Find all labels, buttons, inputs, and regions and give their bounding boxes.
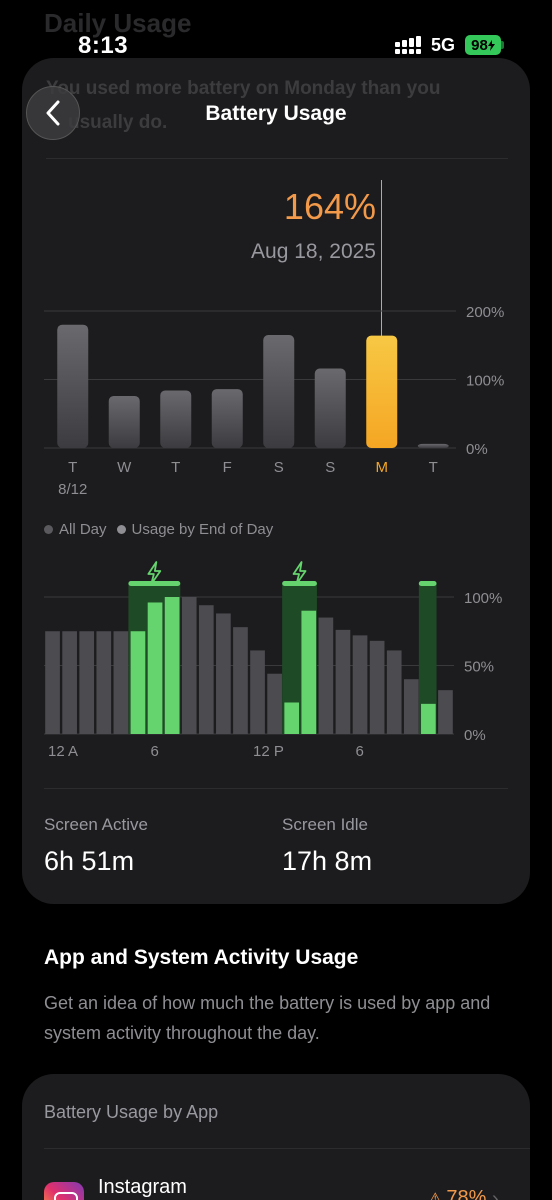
selected-day-date: Aug 18, 2025 <box>251 240 376 263</box>
x-tick-label: S <box>274 459 284 476</box>
x-tick-label: 12 P <box>253 743 284 760</box>
screen-active-label: Screen Active <box>44 815 148 834</box>
bar <box>62 631 77 734</box>
y-tick-label: 200% <box>466 304 504 321</box>
y-tick-label: 0% <box>466 441 488 458</box>
bar <box>250 650 265 734</box>
activity-section-description: Get an idea of how much the battery is u… <box>44 993 491 1043</box>
bar-charging <box>147 602 163 734</box>
bar <box>108 395 140 448</box>
y-tick-label: 0% <box>464 727 486 744</box>
x-tick-label: M <box>376 459 389 476</box>
chart-legend: All Day Usage by End of Day <box>44 521 273 538</box>
x-tick-label: F <box>223 459 232 476</box>
bar <box>96 631 112 734</box>
charging-indicator <box>128 581 181 586</box>
battery-nub <box>501 41 504 49</box>
bar <box>438 690 453 734</box>
bar <box>352 635 368 734</box>
cellular-signal-icon <box>395 36 421 54</box>
x-tick-label: T <box>171 459 180 476</box>
charging-bolt-icon <box>292 561 307 585</box>
legend-all-day-label: All Day <box>59 521 107 538</box>
bar <box>335 629 351 734</box>
x-tick-label: T <box>429 459 438 476</box>
charging-bolt-icon <box>147 561 162 585</box>
bar <box>417 443 449 448</box>
app-percent-value: 78% <box>446 1187 487 1200</box>
divider <box>44 788 508 789</box>
warning-icon: ⚠ <box>428 1191 443 1200</box>
bar-charging <box>284 702 300 734</box>
legend-dot <box>44 525 53 534</box>
instagram-icon <box>44 1182 84 1200</box>
legend-end-of-day[interactable]: Usage by End of Day <box>116 521 274 538</box>
bar <box>181 597 197 734</box>
x-tick-label: S <box>325 459 335 476</box>
divider <box>44 1148 530 1149</box>
y-tick-label: 100% <box>466 373 504 390</box>
charging-indicator <box>418 581 437 586</box>
daily-usage-chart[interactable]: 200% 100% 0% T W T F S S M T 8/12 <box>0 290 552 510</box>
x-tick-label: T <box>68 459 77 476</box>
chevron-right-icon: › <box>492 1188 499 1200</box>
battery-by-app-title: Battery Usage by App <box>44 1102 219 1122</box>
bar <box>369 640 385 734</box>
x-tick-label: 6 <box>356 743 364 760</box>
bar <box>211 389 243 448</box>
bar <box>267 673 282 734</box>
bar-charging <box>164 597 180 734</box>
screen-active-value: 6h 51m <box>44 846 135 876</box>
legend-dot <box>116 525 126 534</box>
hourly-battery-level-chart[interactable]: 100% 50% 0% 12 A 6 12 P 6 <box>0 560 552 770</box>
screen-idle-value: 17h 8m <box>282 846 373 876</box>
battery-icon: 98 <box>465 35 501 55</box>
bar <box>198 605 214 734</box>
bar <box>45 631 60 734</box>
bar <box>318 617 334 734</box>
first-date-label: 8/12 <box>58 481 87 498</box>
bar <box>113 631 129 734</box>
x-tick-label: W <box>117 459 132 476</box>
legend-all-day[interactable]: All Day <box>44 521 107 538</box>
divider <box>46 158 508 159</box>
charging-bolt-icon <box>487 39 495 51</box>
bar <box>263 334 295 448</box>
app-battery-percent: ⚠ 78% <box>428 1187 486 1200</box>
screen-idle-label: Screen Idle <box>282 815 368 834</box>
charging-indicator <box>282 581 317 586</box>
x-tick-label: 12 A <box>48 743 78 760</box>
battery-level: 98 <box>471 36 488 54</box>
bar <box>216 613 231 734</box>
bar <box>314 368 346 448</box>
app-name: Instagram <box>98 1176 187 1198</box>
bar-charging <box>421 703 436 734</box>
bar <box>79 631 95 734</box>
bar-selected <box>366 335 398 448</box>
page-title: Battery Usage <box>205 102 347 125</box>
bar-charging <box>130 631 146 734</box>
bar <box>57 324 89 448</box>
y-tick-label: 50% <box>464 659 494 676</box>
bar <box>233 627 248 734</box>
bar <box>386 650 402 734</box>
legend-end-of-day-label: Usage by End of Day <box>131 521 274 538</box>
bar <box>403 679 419 734</box>
network-type: 5G <box>431 35 456 55</box>
activity-section-title: App and System Activity Usage <box>44 946 359 969</box>
selected-day-value: 164% <box>283 186 376 227</box>
bar <box>160 390 192 448</box>
x-tick-label: 6 <box>151 743 159 760</box>
status-time: 8:13 <box>78 32 129 59</box>
y-tick-label: 100% <box>464 590 502 607</box>
bar-charging <box>301 610 317 734</box>
usage-insight-line-1: You used more battery on Monday than you <box>46 78 441 99</box>
